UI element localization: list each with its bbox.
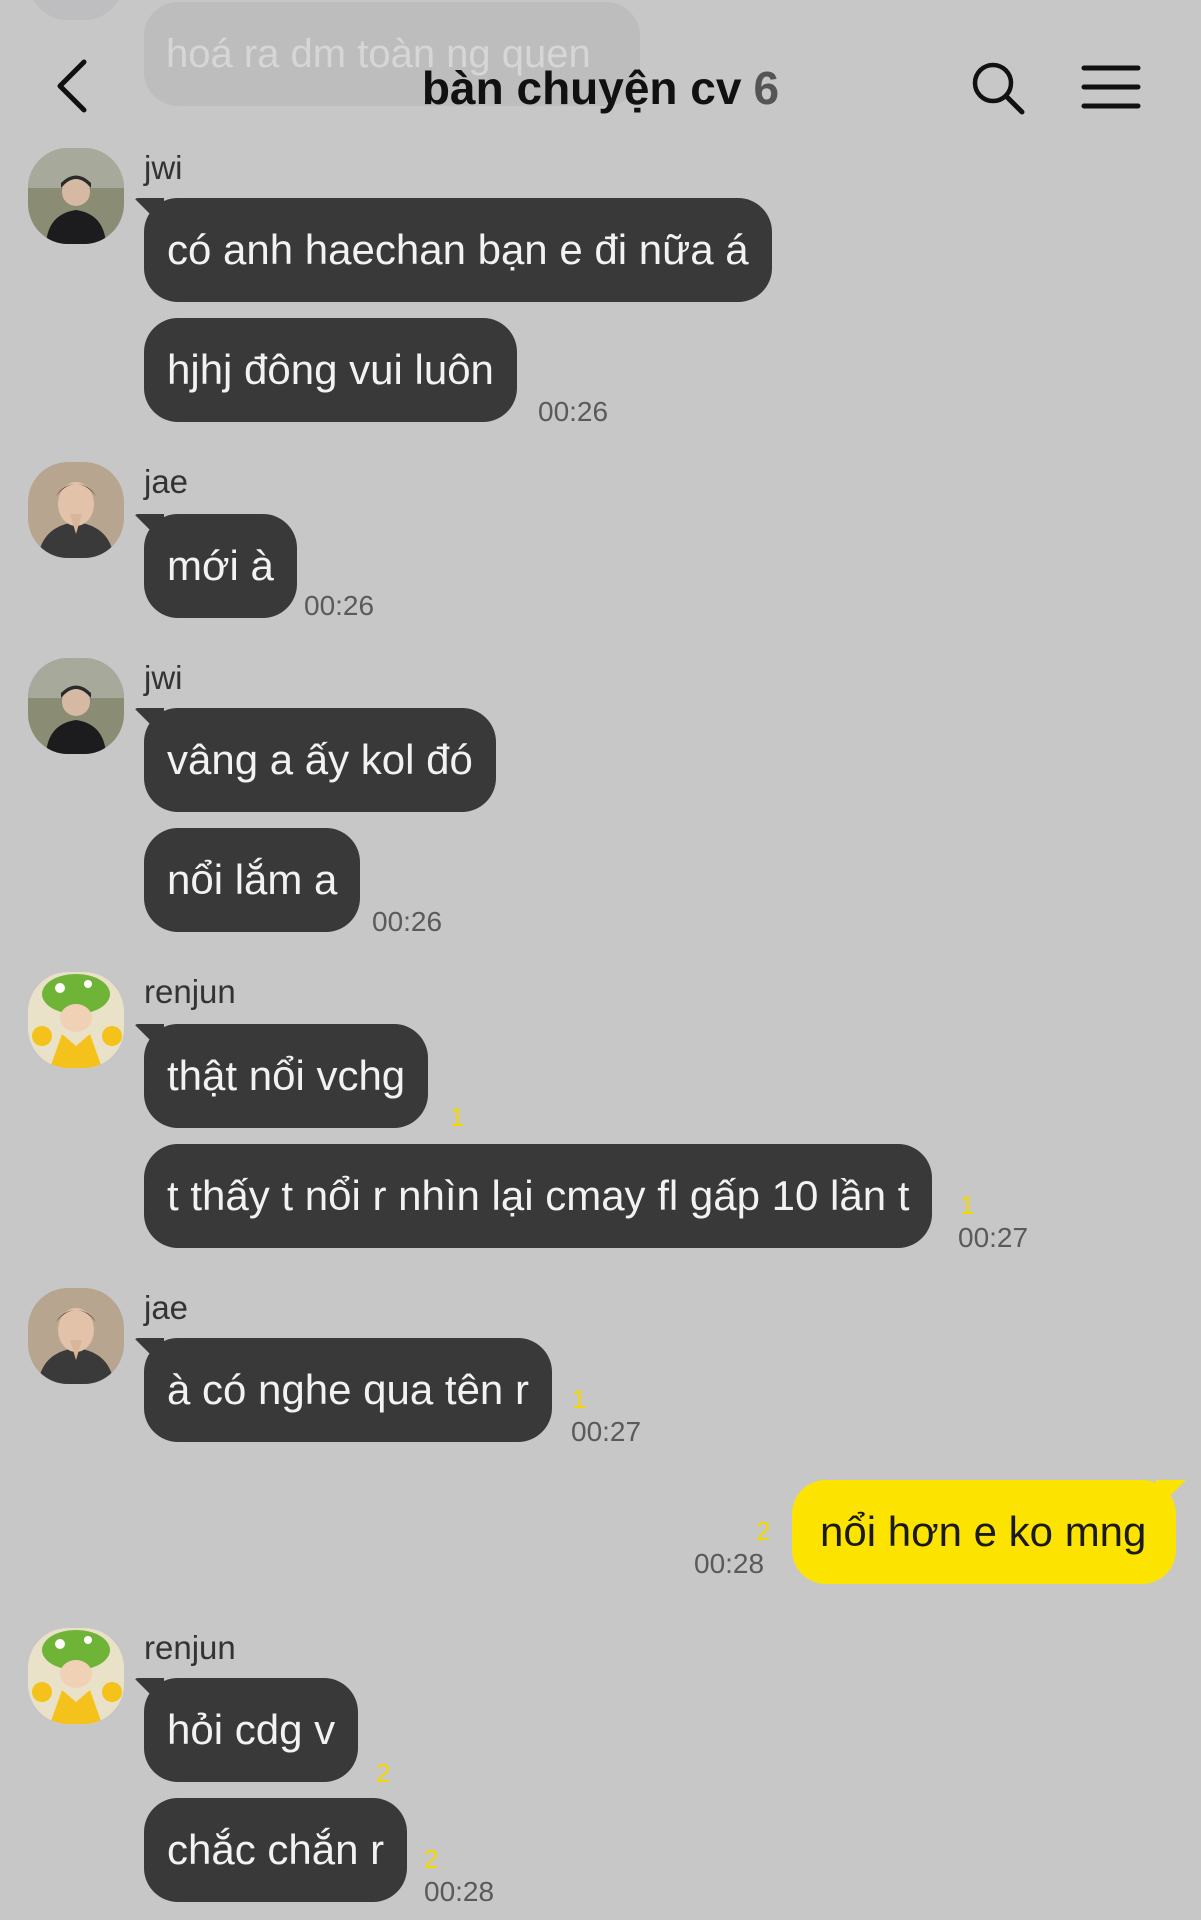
message-bubble[interactable]: có anh haechan bạn e đi nữa á [144, 198, 772, 302]
message-time: 00:26 [372, 906, 443, 937]
message-time: 00:27 [958, 1222, 1029, 1253]
my-message-bubble[interactable]: nổi hơn e ko mng [792, 1480, 1176, 1584]
message-bubble[interactable]: mới à [144, 514, 297, 618]
message-time: 00:28 [694, 1548, 765, 1579]
avatar-renjun[interactable] [28, 1628, 124, 1724]
message-bubble[interactable]: t thấy t nổi r nhìn lại cmay fl gấp 10 l… [144, 1144, 933, 1248]
message-bubble[interactable]: hjhj đông vui luôn [144, 318, 517, 422]
avatar-jwi-image [28, 148, 124, 244]
menu-button[interactable] [1080, 62, 1142, 112]
chat-title-text: bàn chuyện cv [421, 62, 742, 114]
hamburger-menu-icon [1081, 65, 1141, 109]
avatar-renjun-image [28, 1628, 124, 1724]
message-bubble[interactable]: vâng a ấy kol đó [144, 708, 496, 812]
avatar-jwi-image [28, 658, 124, 754]
chat-header: bàn chuyện cv 6 [0, 0, 1201, 170]
avatar-jae[interactable] [28, 1288, 124, 1384]
unread-count: 1 [960, 1190, 975, 1220]
unread-count: 2 [376, 1758, 391, 1788]
message-time: 00:26 [538, 396, 609, 427]
sender-name: renjun [144, 973, 236, 1010]
message-bubble[interactable]: à có nghe qua tên r [144, 1338, 552, 1442]
avatar-renjun[interactable] [28, 972, 124, 1068]
unread-count: 1 [572, 1384, 587, 1414]
unread-count: 1 [450, 1102, 465, 1132]
member-count: 6 [753, 62, 780, 114]
sender-name: jwi [144, 659, 183, 696]
sender-name: jwi [144, 149, 183, 186]
avatar-jwi[interactable] [28, 658, 124, 754]
message-bubble[interactable]: chắc chắn r [144, 1798, 408, 1902]
sender-name: jae [144, 1289, 189, 1326]
search-icon [972, 62, 1025, 115]
search-button[interactable] [970, 60, 1026, 116]
sender-name: renjun [144, 1629, 236, 1666]
message-bubble[interactable]: nổi lắm a [144, 828, 361, 932]
message-time: 00:28 [424, 1876, 495, 1907]
avatar-jae-image [28, 1288, 124, 1384]
avatar-jwi[interactable] [28, 148, 124, 244]
message-time: 00:27 [571, 1416, 642, 1447]
sender-name: jae [144, 463, 189, 500]
avatar-renjun-image [28, 972, 124, 1068]
unread-count: 2 [756, 1516, 771, 1546]
message-time: 00:26 [304, 590, 375, 621]
avatar-jae-image [28, 462, 124, 558]
message-bubble[interactable]: thật nổi vchg [144, 1024, 429, 1128]
avatar-jae[interactable] [28, 462, 124, 558]
message-bubble[interactable]: hỏi cdg v [144, 1678, 359, 1782]
unread-count: 2 [424, 1844, 439, 1874]
